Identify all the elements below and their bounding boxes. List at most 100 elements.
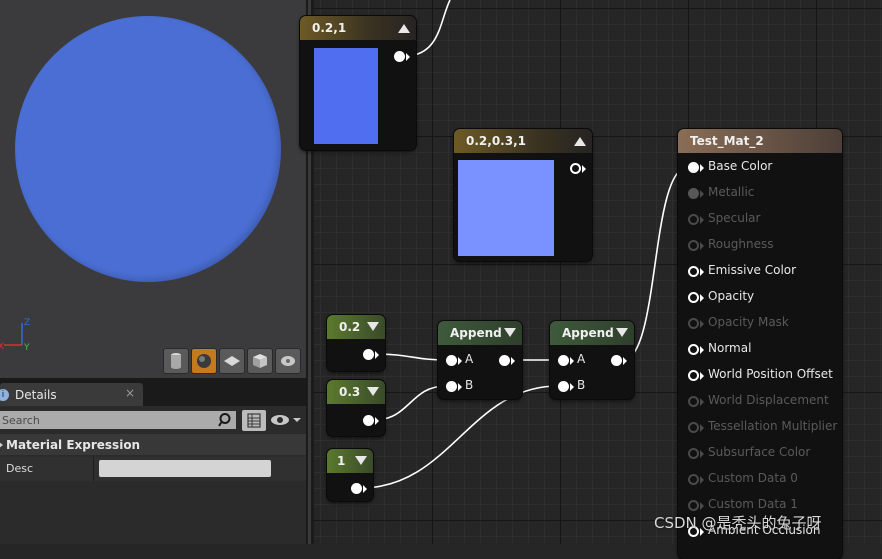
pin-arrow-icon (363, 485, 367, 493)
input-pin-b[interactable] (558, 381, 569, 392)
input-pin[interactable] (688, 240, 699, 251)
pin-arrow-icon (375, 351, 379, 359)
column-divider[interactable] (93, 457, 94, 481)
output-pin[interactable] (363, 415, 374, 426)
node-header[interactable]: Append (438, 321, 522, 345)
collapse-arrow-icon[interactable] (574, 137, 586, 146)
details-tab-label: Details (15, 387, 57, 402)
cube-icon[interactable] (247, 348, 273, 374)
pin-label: World Displacement (708, 393, 829, 407)
pin-arrow-icon (406, 53, 410, 61)
append-node-1[interactable]: Append A B (438, 321, 522, 399)
constant-node-1[interactable]: 1 (327, 449, 373, 501)
axis-y-label: Y (23, 343, 30, 353)
section-material-expression[interactable]: Material Expression (0, 434, 306, 455)
pin-arrow-icon (700, 450, 704, 458)
collapse-arrow-icon[interactable] (398, 24, 410, 33)
constant3-node[interactable]: 0.2,0.3,1 (454, 129, 592, 261)
pin-arrow-icon (623, 357, 627, 365)
node-header[interactable]: Test_Mat_2 (678, 129, 842, 153)
input-pin[interactable] (688, 500, 699, 511)
pin-label: Custom Data 1 (708, 497, 798, 511)
pin-arrow-icon (700, 190, 704, 198)
pin-label: Specular (708, 211, 761, 225)
pin-label: Metallic (708, 185, 755, 199)
close-tab-button[interactable]: × (125, 386, 135, 400)
input-pin[interactable] (688, 266, 699, 277)
input-pin[interactable] (688, 188, 699, 199)
material-preview-viewport[interactable]: Z Y X (0, 0, 306, 378)
output-pin[interactable] (499, 355, 510, 366)
expand-arrow-icon[interactable] (355, 456, 367, 465)
material-result-node[interactable]: Test_Mat_2 Base Color Metallic Specular Rou… (678, 129, 842, 559)
cylinder-icon[interactable] (163, 348, 189, 374)
pin-arrow-icon (700, 346, 704, 354)
pin-arrow-icon (458, 383, 462, 391)
input-pin[interactable] (688, 344, 699, 355)
constant3-node-top[interactable]: 0.2,1 (300, 16, 416, 150)
input-pin[interactable] (688, 396, 699, 407)
expand-arrow-icon[interactable] (367, 387, 379, 396)
details-search-input[interactable]: Search (0, 411, 236, 429)
pin-arrow-icon (700, 476, 704, 484)
custom-mesh-icon[interactable] (275, 348, 301, 374)
input-pin[interactable] (688, 292, 699, 303)
expand-arrow-icon[interactable] (367, 322, 379, 331)
watermark: CSDN @是秃头的兔子呀 (654, 514, 822, 532)
sphere-icon[interactable] (191, 348, 217, 374)
constant-node-0-2[interactable]: 0.2 (327, 315, 385, 371)
input-pin[interactable] (688, 162, 699, 173)
section-title: Material Expression (6, 437, 141, 452)
input-pin[interactable] (688, 370, 699, 381)
node-header[interactable]: 0.3 (327, 380, 385, 404)
property-matrix-button[interactable] (242, 410, 266, 431)
pin-arrow-icon (700, 242, 704, 250)
pin-label: Custom Data 0 (708, 471, 798, 485)
node-header[interactable]: 0.2,1 (300, 16, 416, 40)
append-node-2[interactable]: Append A B (550, 321, 634, 399)
tab-details[interactable]: i Details × (0, 383, 143, 406)
color-preview-swatch (314, 48, 378, 144)
input-pin-b[interactable] (446, 381, 457, 392)
expand-arrow-icon[interactable] (616, 328, 628, 337)
node-header[interactable]: 0.2 (327, 315, 385, 339)
preview-sphere (15, 16, 281, 282)
constant-node-0-3[interactable]: 0.3 (327, 380, 385, 436)
pin-arrow-icon (700, 216, 704, 224)
desc-input[interactable] (99, 460, 271, 477)
info-icon: i (0, 388, 9, 401)
node-header[interactable]: 0.2,0.3,1 (454, 129, 592, 153)
grid-icon (247, 413, 261, 428)
input-pin[interactable] (688, 474, 699, 485)
node-value: 1 (337, 454, 346, 468)
desc-label: Desc (6, 462, 34, 475)
expand-arrow-icon[interactable] (504, 328, 516, 337)
pin-arrow-icon (700, 398, 704, 406)
output-pin[interactable] (363, 349, 374, 360)
output-pin[interactable] (351, 483, 362, 494)
input-pin-a[interactable] (558, 355, 569, 366)
color-preview-swatch (458, 160, 554, 256)
pin-label: Normal (708, 341, 752, 355)
pin-label-b: B (577, 378, 586, 392)
input-pin[interactable] (688, 318, 699, 329)
input-pin[interactable] (688, 448, 699, 459)
pin-arrow-icon (700, 372, 704, 380)
node-title: 0.2,0.3,1 (466, 134, 526, 148)
pin-label: Subsurface Color (708, 445, 811, 459)
node-header[interactable]: 1 (327, 449, 373, 473)
output-pin[interactable] (611, 355, 622, 366)
node-header[interactable]: Append (550, 321, 634, 345)
axis-x-label: X (0, 342, 4, 352)
visibility-options-button[interactable] (270, 412, 304, 428)
search-icon[interactable] (218, 412, 234, 428)
input-pin[interactable] (688, 214, 699, 225)
pin-arrow-icon (570, 383, 574, 391)
output-pin[interactable] (570, 163, 581, 174)
input-pin-a[interactable] (446, 355, 457, 366)
pin-label-a: A (577, 352, 586, 366)
plane-icon[interactable] (219, 348, 245, 374)
input-pin[interactable] (688, 422, 699, 433)
pin-label: World Position Offset (708, 367, 833, 381)
output-pin[interactable] (394, 51, 405, 62)
